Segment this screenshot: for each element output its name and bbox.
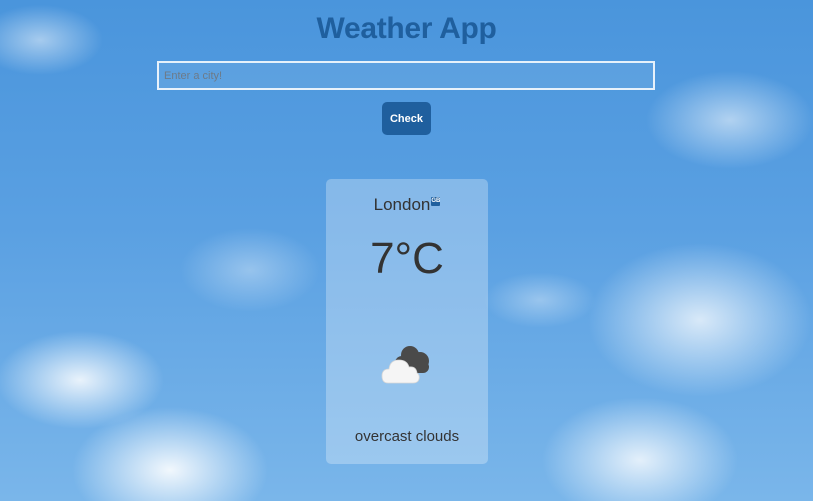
weather-description: overcast clouds — [354, 428, 460, 445]
check-button[interactable]: Check — [382, 102, 431, 135]
city-row: LondonGB — [326, 195, 488, 215]
temperature: 7°C — [370, 234, 444, 283]
country-flag-icon: GB — [431, 197, 441, 206]
page-title: Weather App — [316, 12, 497, 45]
city-name: London — [373, 195, 431, 214]
weather-card: LondonGB 7°C overcast clouds — [326, 179, 488, 464]
city-search-input[interactable] — [157, 61, 655, 90]
overcast-clouds-icon — [381, 346, 429, 384]
